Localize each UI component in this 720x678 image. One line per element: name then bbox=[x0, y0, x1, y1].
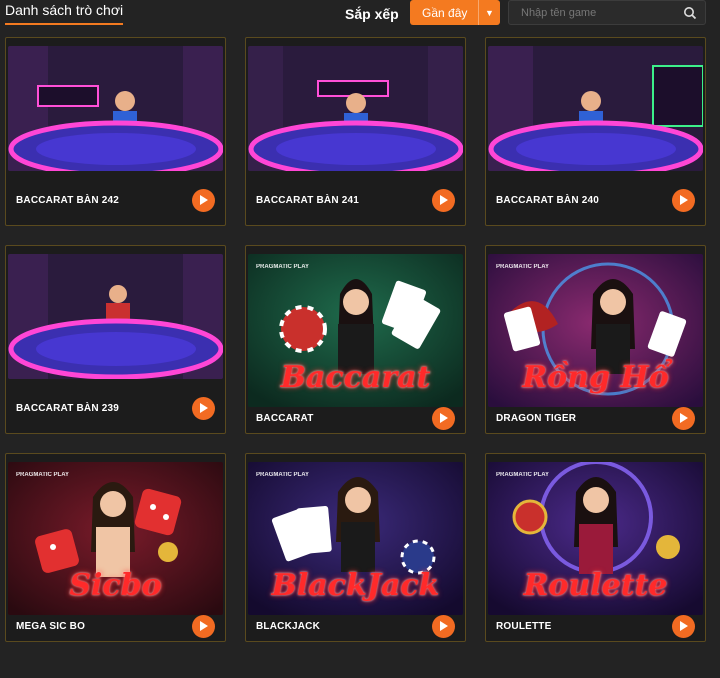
card-footer: ROULETTE bbox=[486, 611, 705, 641]
game-card[interactable]: BACCARAT BÀN 242 bbox=[5, 37, 226, 226]
game-thumbnail[interactable]: PRAGMATIC PLAY Rồng Hổ bbox=[488, 254, 703, 407]
brand-logo: PRAGMATIC PLAY bbox=[256, 472, 310, 478]
card-footer: BACCARAT BÀN 242 bbox=[6, 175, 225, 225]
brand-logo: PRAGMATIC PLAY bbox=[496, 264, 550, 270]
game-card[interactable]: BACCARAT BÀN 239 bbox=[5, 245, 226, 434]
game-card[interactable]: BACCARAT BÀN 240 bbox=[485, 37, 706, 226]
game-name[interactable]: BACCARAT BÀN 240 bbox=[496, 195, 599, 206]
brand-logo: PRAGMATIC PLAY bbox=[256, 264, 310, 270]
play-icon[interactable] bbox=[192, 188, 215, 212]
search-box[interactable] bbox=[508, 0, 706, 25]
game-name[interactable]: ROULETTE bbox=[496, 621, 552, 632]
game-thumbnail[interactable] bbox=[8, 46, 223, 171]
card-footer: BACCARAT BÀN 239 bbox=[6, 383, 225, 433]
game-name[interactable]: DRAGON TIGER bbox=[496, 413, 576, 424]
play-icon[interactable] bbox=[192, 614, 215, 638]
poster-title: BlackJack bbox=[271, 568, 440, 603]
sort-label: Sắp xếp bbox=[345, 6, 399, 22]
game-card[interactable]: PRAGMATIC PLAY Baccarat BACCARAT bbox=[245, 245, 466, 434]
game-name[interactable]: BLACKJACK bbox=[256, 621, 320, 632]
game-thumbnail[interactable]: PRAGMATIC PLAY Baccarat bbox=[248, 254, 463, 407]
game-name[interactable]: BACCARAT BÀN 242 bbox=[16, 195, 119, 206]
card-footer: BACCARAT bbox=[246, 403, 465, 433]
game-card[interactable]: PRAGMATIC PLAY Roulette ROULETTE bbox=[485, 453, 706, 642]
play-icon[interactable] bbox=[672, 614, 695, 638]
game-grid: BACCARAT BÀN 242 BACCARAT BÀN 241 BACCAR… bbox=[5, 37, 710, 642]
caret-down-icon[interactable]: ▼ bbox=[478, 0, 500, 25]
game-name[interactable]: BACCARAT BÀN 241 bbox=[256, 195, 359, 206]
play-icon[interactable] bbox=[192, 396, 215, 420]
poster-title: Roulette bbox=[523, 568, 668, 603]
play-icon[interactable] bbox=[672, 406, 695, 430]
sort-dropdown[interactable]: Gần đây ▼ bbox=[410, 0, 500, 25]
page-title: Danh sách trò chơi bbox=[5, 2, 124, 25]
header: Danh sách trò chơi Sắp xếp Gần đây ▼ bbox=[0, 0, 720, 36]
game-name[interactable]: MEGA SIC BO bbox=[16, 621, 85, 632]
game-name[interactable]: BACCARAT bbox=[256, 413, 314, 424]
game-card[interactable]: PRAGMATIC PLAY BlackJack BLACKJACK bbox=[245, 453, 466, 642]
sort-selected-value[interactable]: Gần đây bbox=[410, 6, 478, 20]
card-footer: BLACKJACK bbox=[246, 611, 465, 641]
game-thumbnail[interactable]: PRAGMATIC PLAY BlackJack bbox=[248, 462, 463, 615]
game-thumbnail[interactable]: PRAGMATIC PLAY Sicbo bbox=[8, 462, 223, 615]
card-footer: MEGA SIC BO bbox=[6, 611, 225, 641]
brand-logo: PRAGMATIC PLAY bbox=[496, 472, 550, 478]
card-footer: BACCARAT BÀN 241 bbox=[246, 175, 465, 225]
game-thumbnail[interactable] bbox=[248, 46, 463, 171]
game-card[interactable]: PRAGMATIC PLAY Sicbo MEGA SIC BO bbox=[5, 453, 226, 642]
game-thumbnail[interactable]: PRAGMATIC PLAY Roulette bbox=[488, 462, 703, 615]
play-icon[interactable] bbox=[432, 406, 455, 430]
game-card[interactable]: PRAGMATIC PLAY Rồng Hổ DRAGON TIGER bbox=[485, 245, 706, 434]
poster-title: Sicbo bbox=[69, 568, 162, 603]
game-thumbnail[interactable] bbox=[8, 254, 223, 379]
poster-title: Baccarat bbox=[280, 360, 431, 395]
poster-title: Rồng Hổ bbox=[522, 360, 669, 395]
search-icon[interactable] bbox=[683, 6, 697, 20]
play-icon[interactable] bbox=[672, 188, 695, 212]
card-footer: DRAGON TIGER bbox=[486, 403, 705, 433]
card-footer: BACCARAT BÀN 240 bbox=[486, 175, 705, 225]
search-input[interactable] bbox=[509, 1, 679, 24]
game-thumbnail[interactable] bbox=[488, 46, 703, 171]
play-icon[interactable] bbox=[432, 188, 455, 212]
brand-logo: PRAGMATIC PLAY bbox=[16, 472, 70, 478]
game-name[interactable]: BACCARAT BÀN 239 bbox=[16, 403, 119, 414]
play-icon[interactable] bbox=[432, 614, 455, 638]
game-card[interactable]: BACCARAT BÀN 241 bbox=[245, 37, 466, 226]
